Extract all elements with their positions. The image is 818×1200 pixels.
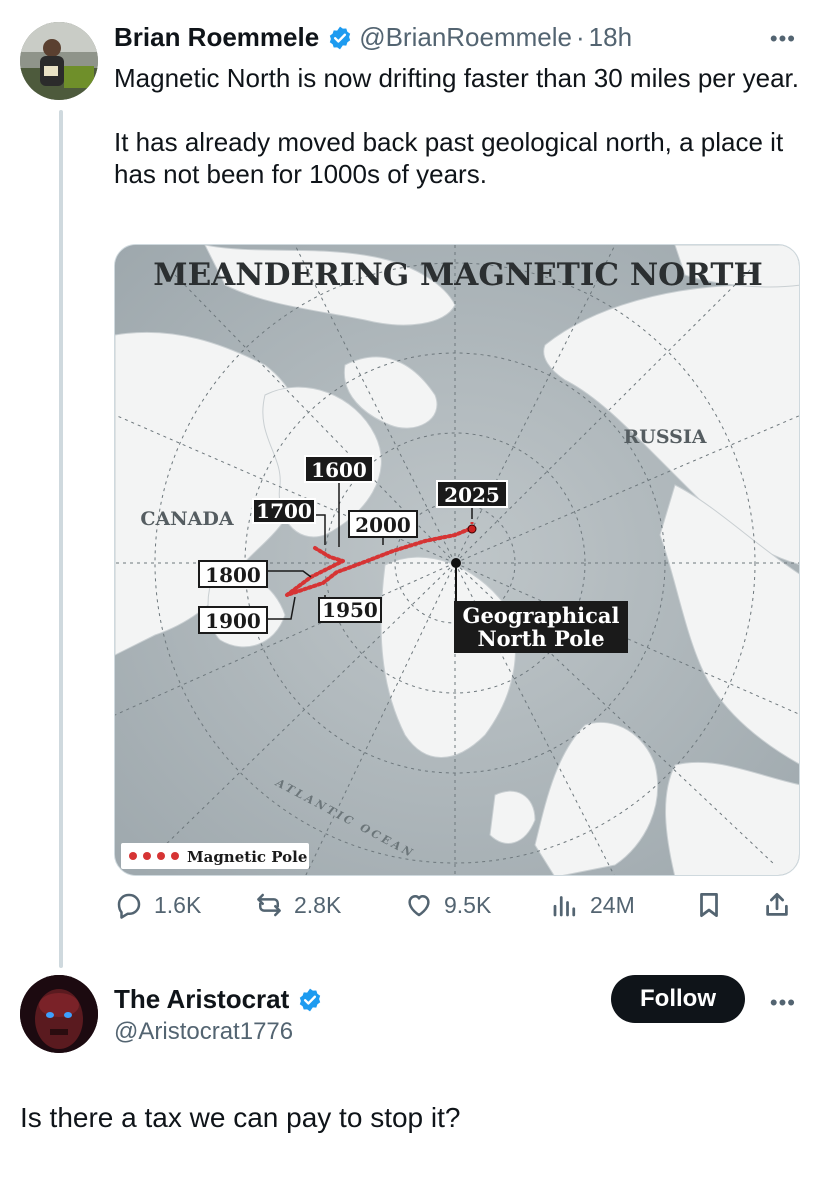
follow-button[interactable]: Follow bbox=[611, 975, 745, 1023]
tweet-action-bar: 1.6K 2.8K 9.5K 24M bbox=[114, 890, 804, 934]
year-label-2000: 2000 bbox=[355, 513, 411, 537]
tweet-paragraph: Magnetic North is now drifting faster th… bbox=[114, 63, 799, 93]
year-label-1950: 1950 bbox=[322, 598, 378, 622]
map-legend: Magnetic Pole bbox=[121, 843, 309, 869]
tweet-text: Magnetic North is now drifting faster th… bbox=[114, 62, 804, 190]
reply-author-header: The Aristocrat bbox=[114, 984, 329, 1015]
pole-label-line1: Geographical bbox=[463, 603, 620, 628]
map-region-label-canada: CANADA bbox=[140, 508, 233, 530]
map-title: MEANDERING MAGNETIC NORTH bbox=[153, 257, 762, 293]
like-count: 9.5K bbox=[444, 891, 492, 918]
legend-label: Magnetic Pole bbox=[187, 848, 307, 866]
year-label-1700: 1700 bbox=[256, 499, 312, 523]
tweet-header: Brian Roemmele @BrianRoemmele · 18h bbox=[114, 22, 632, 53]
reply-author-handle[interactable]: @Aristocrat1776 bbox=[114, 1018, 293, 1046]
author-avatar[interactable] bbox=[20, 22, 98, 100]
reply-author-name[interactable]: The Aristocrat bbox=[114, 984, 289, 1015]
geographic-pole-label: Geographical North Pole bbox=[454, 601, 628, 653]
views-button[interactable]: 24M bbox=[550, 890, 635, 920]
year-label-2025: 2025 bbox=[444, 483, 500, 507]
magnetic-north-map: MEANDERING MAGNETIC NORTH CANADA RUSSIA … bbox=[115, 245, 799, 875]
year-label-1900: 1900 bbox=[205, 609, 261, 633]
more-options-icon[interactable]: ••• bbox=[770, 26, 796, 52]
reply-count: 1.6K bbox=[154, 891, 202, 918]
pole-label-line2: North Pole bbox=[477, 626, 604, 651]
avatar-photo bbox=[20, 22, 98, 100]
verified-badge-icon bbox=[330, 26, 351, 49]
verified-badge-icon bbox=[300, 988, 321, 1011]
tweet-paragraph: It has already moved back past geologica… bbox=[114, 127, 784, 189]
bookmark-button[interactable] bbox=[694, 890, 734, 920]
separator-dot: · bbox=[576, 22, 585, 52]
avatar-photo bbox=[20, 975, 98, 1053]
map-region-label-russia: RUSSIA bbox=[623, 426, 706, 448]
pole-2025-marker bbox=[467, 524, 477, 534]
tweet-timestamp[interactable]: 18h bbox=[589, 22, 632, 53]
more-options-icon[interactable]: ••• bbox=[770, 990, 796, 1016]
year-label-1600: 1600 bbox=[311, 458, 367, 482]
repost-icon bbox=[257, 893, 281, 917]
reply-tweet-text: Is there a tax we can pay to stop it? bbox=[20, 1102, 461, 1133]
reply-button[interactable]: 1.6K bbox=[114, 890, 201, 920]
year-label-1800: 1800 bbox=[205, 563, 261, 587]
views-count: 24M bbox=[590, 891, 635, 918]
reply-author-avatar[interactable] bbox=[20, 975, 98, 1053]
like-button[interactable]: 9.5K bbox=[404, 890, 491, 920]
repost-button[interactable]: 2.8K bbox=[254, 890, 341, 920]
bookmark-icon bbox=[700, 893, 718, 917]
author-handle[interactable]: @BrianRoemmele bbox=[359, 22, 572, 53]
share-icon bbox=[766, 893, 788, 916]
author-name[interactable]: Brian Roemmele bbox=[114, 22, 319, 53]
share-button[interactable] bbox=[762, 890, 802, 920]
repost-count: 2.8K bbox=[294, 891, 342, 918]
views-icon bbox=[553, 896, 576, 917]
thread-connector-line bbox=[59, 110, 63, 968]
tweet-media-map[interactable]: MEANDERING MAGNETIC NORTH CANADA RUSSIA … bbox=[114, 244, 800, 876]
reply-icon bbox=[117, 893, 141, 919]
heart-icon bbox=[408, 895, 430, 917]
